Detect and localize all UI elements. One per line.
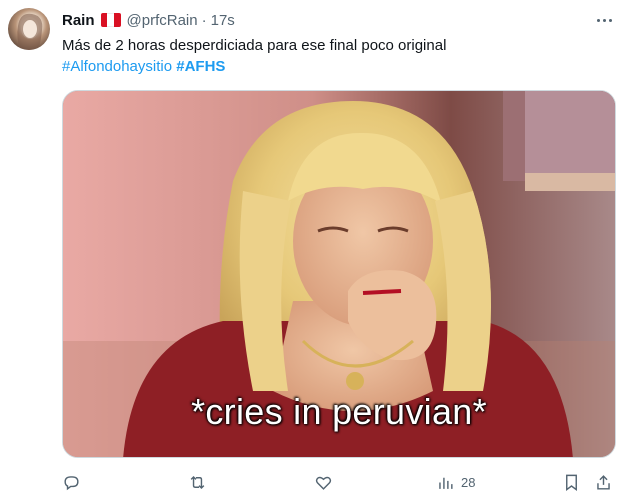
retweet-button[interactable]	[188, 470, 207, 494]
avatar[interactable]	[8, 8, 50, 50]
like-button[interactable]	[314, 470, 333, 494]
share-icon	[597, 474, 610, 490]
hashtags: #Alfondohaysitio #AFHS	[62, 57, 225, 77]
meme-caption: *cries in peruvian*	[191, 391, 487, 432]
views-button[interactable]: 28	[436, 470, 475, 494]
analytics-icon	[439, 477, 453, 489]
reply-icon	[64, 475, 79, 490]
more-options-icon[interactable]	[594, 12, 614, 28]
views-count: 28	[461, 474, 476, 490]
tweet-actions: 28	[62, 470, 622, 494]
bookmark-button[interactable]	[562, 470, 581, 494]
hashtag-link[interactable]: #Alfondohaysitio	[62, 58, 172, 75]
hashtag-link[interactable]: #AFHS	[176, 58, 225, 75]
separator: ·	[201, 11, 207, 29]
tweet-media-image[interactable]: *cries in peruvian*	[62, 90, 616, 458]
bookmark-icon	[566, 474, 577, 491]
user-handle[interactable]: @prfcRain	[127, 12, 198, 29]
tweet-header: Rain @prfcRain · 17s	[62, 9, 235, 31]
timestamp[interactable]: 17s	[211, 12, 235, 29]
share-button[interactable]	[594, 470, 613, 494]
tweet-text: Más de 2 horas desperdiciada para ese fi…	[62, 37, 447, 54]
flag-peru-icon	[100, 13, 121, 27]
heart-icon	[315, 476, 332, 490]
display-name[interactable]: Rain	[62, 12, 95, 29]
reply-button[interactable]	[62, 470, 81, 494]
retweet-icon	[190, 475, 205, 489]
